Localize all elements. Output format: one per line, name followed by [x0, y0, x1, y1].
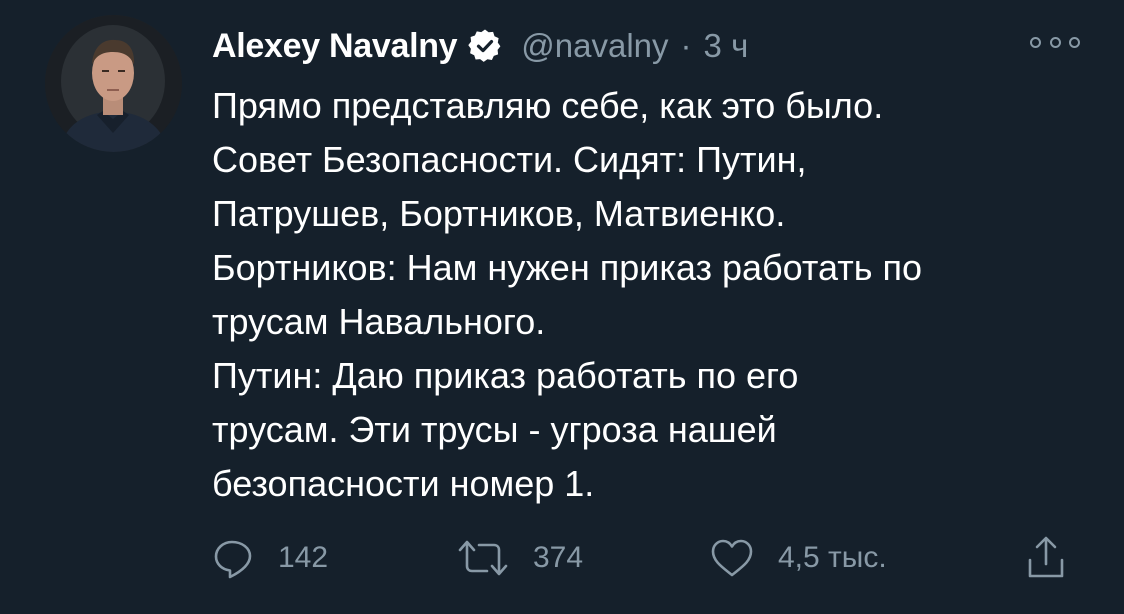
retweet-icon	[455, 536, 511, 580]
more-dot	[1049, 36, 1061, 48]
more-options-icon[interactable]	[1030, 30, 1080, 54]
like-button[interactable]: 4,5 тыс.	[708, 530, 887, 586]
more-dot	[1030, 36, 1041, 48]
tweet-text-line: трусам Навального.	[212, 301, 546, 342]
heart-icon	[708, 536, 756, 580]
tweet-text-line: Патрушев, Бортников, Матвиенко.	[212, 193, 786, 234]
tweet-text-line: трусам. Эти трусы - угроза нашей	[212, 409, 777, 450]
retweet-count: 374	[533, 541, 584, 574]
like-count: 4,5 тыс.	[778, 541, 887, 574]
tweet-text-line: Путин: Даю приказ работать по его	[212, 355, 799, 396]
author-handle[interactable]: @navalny	[521, 27, 668, 65]
tweet-text-line: Бортников: Нам нужен приказ работать по	[212, 247, 922, 288]
tweet-text-line: Совет Безопасности. Сидят: Путин,	[212, 139, 807, 180]
more-dot	[1069, 36, 1080, 48]
share-icon	[1024, 534, 1068, 582]
reply-icon	[212, 536, 256, 580]
tweet-text-line: Прямо представляю себе, как это было.	[212, 85, 884, 126]
author-name[interactable]: Alexey Navalny	[212, 27, 458, 66]
tweet-actions: 142 374 4,5 тыс.	[0, 530, 1124, 586]
separator-dot: ·	[680, 27, 692, 64]
tweet-text: Прямо представляю себе, как это было. Со…	[212, 79, 1112, 511]
avatar-portrait	[45, 15, 182, 152]
verified-badge-icon	[467, 28, 503, 64]
tweet-timestamp[interactable]: 3 ч	[704, 27, 749, 65]
reply-button[interactable]: 142	[212, 530, 328, 586]
tweet: Alexey Navalny @navalny · 3 ч Прямо пред…	[0, 0, 1124, 614]
reply-count: 142	[278, 541, 329, 574]
tweet-header: Alexey Navalny @navalny · 3 ч	[212, 22, 748, 70]
retweet-button[interactable]: 374	[455, 530, 583, 586]
tweet-text-line: безопасности номер 1.	[212, 463, 595, 504]
avatar[interactable]	[45, 15, 182, 152]
share-button[interactable]	[1024, 530, 1068, 586]
